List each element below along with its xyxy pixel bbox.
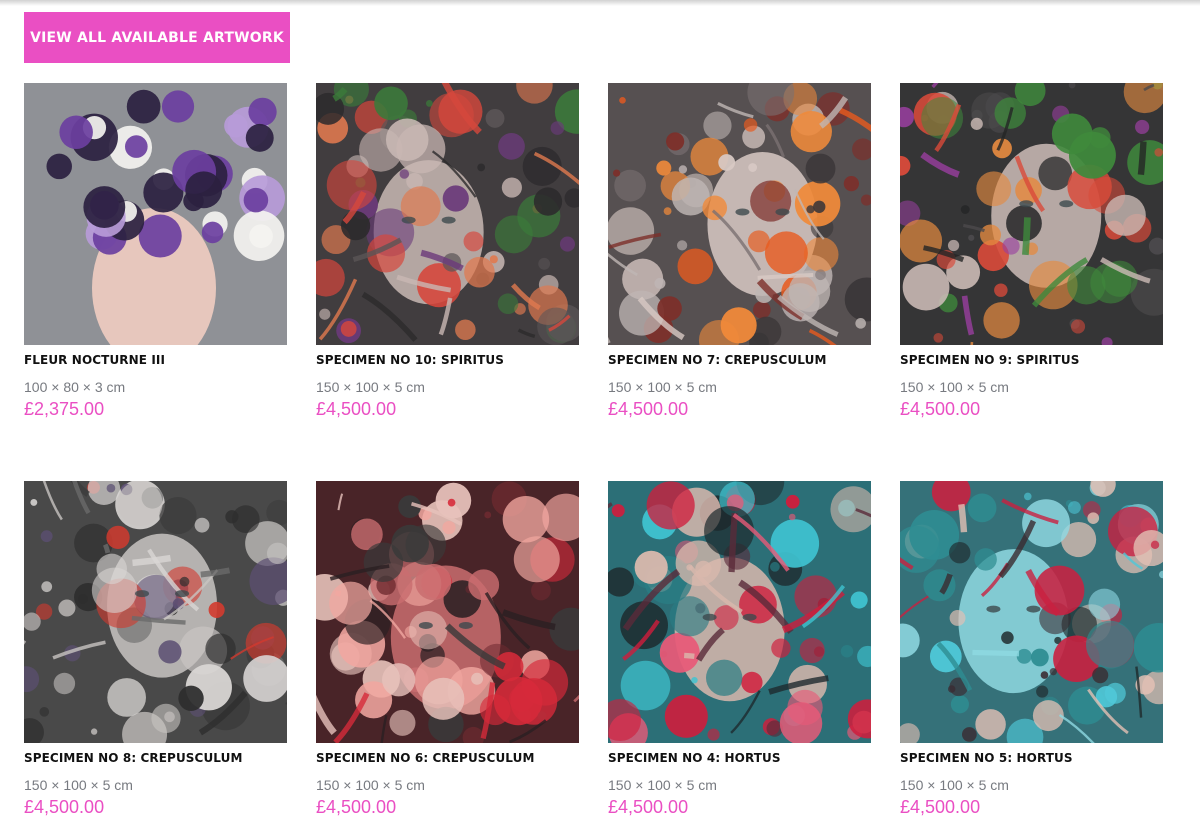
artwork-graphic bbox=[900, 83, 1163, 345]
product-dimensions: 150 × 100 × 5 cm bbox=[608, 379, 717, 395]
product-title[interactable]: SPECIMEN NO 4: HORTUS bbox=[608, 751, 871, 766]
artwork-graphic bbox=[608, 481, 871, 743]
artwork-graphic bbox=[316, 481, 579, 743]
artwork-image[interactable] bbox=[316, 481, 579, 743]
artwork-graphic bbox=[24, 83, 287, 345]
product-title[interactable]: SPECIMEN NO 9: SPIRITUS bbox=[900, 353, 1163, 368]
product-title[interactable]: FLEUR NOCTURNE III bbox=[24, 353, 287, 368]
product-title[interactable]: SPECIMEN NO 5: HORTUS bbox=[900, 751, 1163, 766]
product-price: £2,375.00 bbox=[24, 399, 105, 419]
product-title[interactable]: SPECIMEN NO 7: CREPUSCULUM bbox=[608, 353, 871, 368]
product-title[interactable]: SPECIMEN NO 6: CREPUSCULUM bbox=[316, 751, 579, 766]
product-card[interactable]: SPECIMEN NO 8: CREPUSCULUM 150 × 100 × 5… bbox=[24, 481, 287, 817]
product-dimensions: 150 × 100 × 5 cm bbox=[316, 777, 425, 793]
artwork-image[interactable] bbox=[608, 481, 871, 743]
artwork-graphic bbox=[24, 481, 287, 743]
product-card[interactable]: SPECIMEN NO 10: SPIRITUS 150 × 100 × 5 c… bbox=[316, 83, 579, 419]
product-title[interactable]: SPECIMEN NO 10: SPIRITUS bbox=[316, 353, 579, 368]
product-dimensions: 150 × 100 × 5 cm bbox=[900, 379, 1009, 395]
product-card[interactable]: SPECIMEN NO 7: CREPUSCULUM 150 × 100 × 5… bbox=[608, 83, 871, 419]
product-dimensions: 150 × 100 × 5 cm bbox=[24, 777, 133, 793]
artwork-image[interactable] bbox=[24, 83, 287, 345]
product-card[interactable]: SPECIMEN NO 6: CREPUSCULUM 150 × 100 × 5… bbox=[316, 481, 579, 817]
product-dimensions: 150 × 100 × 5 cm bbox=[900, 777, 1009, 793]
view-all-artwork-button[interactable]: VIEW ALL AVAILABLE ARTWORK bbox=[24, 12, 290, 63]
product-dimensions: 100 × 80 × 3 cm bbox=[24, 379, 126, 395]
product-card[interactable]: SPECIMEN NO 5: HORTUS 150 × 100 × 5 cm £… bbox=[900, 481, 1163, 817]
artwork-image[interactable] bbox=[24, 481, 287, 743]
artwork-graphic bbox=[900, 481, 1163, 743]
product-price: £4,500.00 bbox=[316, 797, 397, 817]
product-card[interactable]: FLEUR NOCTURNE III 100 × 80 × 3 cm £2,37… bbox=[24, 83, 287, 419]
product-price: £4,500.00 bbox=[608, 797, 689, 817]
artwork-image[interactable] bbox=[608, 83, 871, 345]
product-title[interactable]: SPECIMEN NO 8: CREPUSCULUM bbox=[24, 751, 287, 766]
header-shadow bbox=[0, 0, 1200, 6]
product-price: £4,500.00 bbox=[24, 797, 105, 817]
product-dimensions: 150 × 100 × 5 cm bbox=[316, 379, 425, 395]
product-card[interactable]: SPECIMEN NO 4: HORTUS 150 × 100 × 5 cm £… bbox=[608, 481, 871, 817]
product-price: £4,500.00 bbox=[900, 399, 981, 419]
product-card[interactable]: SPECIMEN NO 9: SPIRITUS 150 × 100 × 5 cm… bbox=[900, 83, 1163, 419]
product-price: £4,500.00 bbox=[608, 399, 689, 419]
artwork-image[interactable] bbox=[900, 83, 1163, 345]
product-price: £4,500.00 bbox=[316, 399, 397, 419]
artwork-image[interactable] bbox=[316, 83, 579, 345]
artwork-graphic bbox=[608, 83, 871, 345]
product-price: £4,500.00 bbox=[900, 797, 981, 817]
product-dimensions: 150 × 100 × 5 cm bbox=[608, 777, 717, 793]
artwork-graphic bbox=[316, 83, 579, 345]
artwork-image[interactable] bbox=[900, 481, 1163, 743]
